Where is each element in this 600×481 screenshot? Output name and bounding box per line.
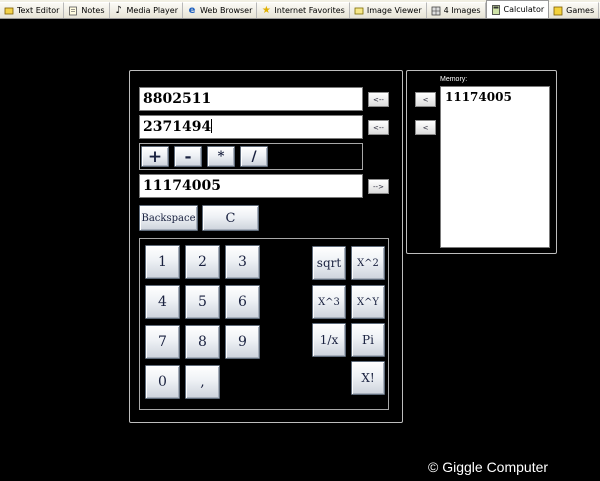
- tab-label: 4 Images: [443, 6, 481, 15]
- operand2-value: 2371494: [143, 119, 212, 135]
- operand1-to-memory-button[interactable]: <--: [368, 92, 389, 107]
- comma-button[interactable]: ,: [185, 365, 220, 399]
- tab-label: Games: [566, 6, 595, 15]
- four-images-icon: [431, 6, 441, 16]
- digit-0-button[interactable]: 0: [145, 365, 180, 399]
- operand2-field[interactable]: 2371494: [139, 115, 363, 139]
- result-copy-button[interactable]: -->: [368, 179, 389, 194]
- notes-icon: [68, 6, 78, 16]
- tab-web-browser[interactable]: e Web Browser: [182, 2, 258, 18]
- operand1-value: 8802511: [143, 91, 212, 107]
- operand2-to-memory-button[interactable]: <--: [368, 120, 389, 135]
- result-value: 11174005: [143, 178, 221, 194]
- digit-4-button[interactable]: 4: [145, 285, 180, 319]
- music-note-icon: ♪: [115, 5, 122, 16]
- star-icon: ★: [261, 5, 271, 16]
- operand1-field[interactable]: 8802511: [139, 87, 363, 111]
- copyright-text: © Giggle Computer: [428, 459, 549, 475]
- digit-6-button[interactable]: 6: [225, 285, 260, 319]
- factorial-button[interactable]: X!: [351, 361, 385, 395]
- tab-4-images[interactable]: 4 Images: [426, 2, 486, 18]
- result-field[interactable]: 11174005: [139, 174, 363, 198]
- tab-label: Calculator: [503, 5, 545, 14]
- tab-media-player[interactable]: ♪ Media Player: [109, 2, 183, 18]
- pencil-icon: [4, 6, 14, 16]
- image-icon: [354, 6, 364, 16]
- tab-bar: Text Editor Notes ♪ Media Player e Web B…: [0, 0, 600, 19]
- power-button[interactable]: X^Y: [351, 285, 385, 319]
- browser-e-icon: e: [188, 5, 196, 16]
- memory-recall-button-2[interactable]: <: [415, 120, 436, 135]
- tab-label: Image Viewer: [366, 6, 422, 15]
- add-button[interactable]: +: [141, 146, 169, 167]
- digit-9-button[interactable]: 9: [225, 325, 260, 359]
- digit-3-button[interactable]: 3: [225, 245, 260, 279]
- reciprocal-button[interactable]: 1/x: [312, 323, 346, 357]
- tab-label: Notes: [81, 6, 105, 15]
- tab-notes[interactable]: Notes: [64, 2, 110, 18]
- tab-label: Internet Favorites: [274, 6, 345, 15]
- sqrt-button[interactable]: sqrt: [312, 246, 346, 280]
- text-caret: [211, 119, 213, 133]
- clear-button[interactable]: C: [202, 205, 259, 231]
- memory-label: Memory:: [440, 76, 468, 83]
- multiply-button[interactable]: *: [207, 146, 235, 167]
- memory-list[interactable]: 11174005: [440, 86, 550, 248]
- digit-7-button[interactable]: 7: [145, 325, 180, 359]
- memory-item[interactable]: 11174005: [445, 90, 545, 104]
- calculator-icon: [491, 4, 501, 15]
- pi-button[interactable]: Pi: [351, 323, 385, 357]
- square-button[interactable]: X^2: [351, 246, 385, 280]
- digit-2-button[interactable]: 2: [185, 245, 220, 279]
- cube-button[interactable]: X^3: [312, 285, 346, 319]
- subtract-button[interactable]: -: [174, 146, 202, 167]
- tab-text-editor[interactable]: Text Editor: [0, 2, 65, 18]
- digit-5-button[interactable]: 5: [185, 285, 220, 319]
- digit-8-button[interactable]: 8: [185, 325, 220, 359]
- tab-label: Text Editor: [17, 6, 60, 15]
- tab-calculator[interactable]: Calculator: [485, 0, 550, 18]
- divide-button[interactable]: /: [240, 146, 268, 167]
- tab-label: Media Player: [126, 6, 178, 15]
- puzzle-icon: [553, 6, 563, 16]
- tab-image-viewer[interactable]: Image Viewer: [349, 2, 427, 18]
- backspace-button[interactable]: Backspace: [139, 205, 198, 231]
- tab-internet-favorites[interactable]: ★ Internet Favorites: [257, 2, 350, 18]
- memory-recall-button-1[interactable]: <: [415, 92, 436, 107]
- tab-games[interactable]: Games: [549, 2, 600, 18]
- digit-1-button[interactable]: 1: [145, 245, 180, 279]
- tab-label: Web Browser: [199, 6, 253, 15]
